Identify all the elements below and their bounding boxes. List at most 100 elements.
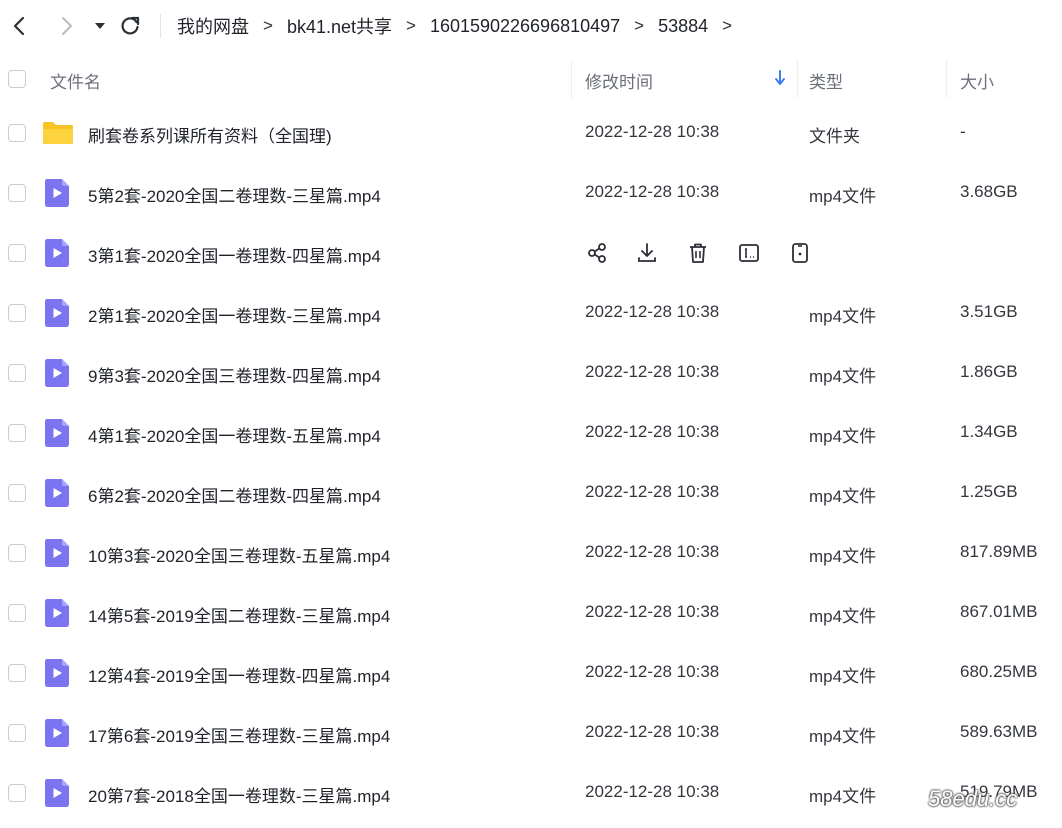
breadcrumb-item[interactable]: bk41.net共享 (287, 13, 392, 39)
modified-time: 2022-12-28 10:38 (585, 662, 720, 681)
file-row[interactable]: 4第1套-2020全国一卷理数-五星篇.mp4 2022-12-28 10:38 m… (0, 403, 1062, 463)
file-name[interactable]: 2第1套-2020全国一卷理数-三星篇.mp4 (88, 302, 381, 327)
refresh-icon[interactable] (116, 12, 144, 40)
file-size: 1.86GB (960, 362, 1018, 381)
column-divider[interactable] (571, 60, 572, 98)
more-icon[interactable] (787, 240, 813, 266)
column-header-name[interactable]: 文件名 (50, 68, 101, 93)
breadcrumb-item[interactable]: 53884 (658, 16, 708, 37)
file-name[interactable]: 5第2套-2020全国二卷理数-三星篇.mp4 (88, 182, 381, 207)
modified-time: 2022-12-28 10:38 (585, 362, 720, 381)
modified-time: 2022-12-28 10:38 (585, 602, 720, 621)
file-size: 589.63MB (960, 722, 1038, 741)
row-checkbox[interactable] (8, 124, 26, 142)
row-checkbox[interactable] (8, 544, 26, 562)
file-type: 文件夹 (809, 127, 860, 146)
file-row[interactable]: 9第3套-2020全国三卷理数-四星篇.mp4 2022-12-28 10:38 m… (0, 343, 1062, 403)
row-checkbox[interactable] (8, 604, 26, 622)
file-name[interactable]: 17第6套-2019全国三卷理数-三星篇.mp4 (88, 722, 390, 747)
file-name[interactable]: 刷套卷系列课所有资料（全国理) (88, 122, 332, 147)
file-row[interactable]: 3第1套-2020全国一卷理数-四星篇.mp4 (0, 223, 1062, 283)
file-row[interactable]: 2第1套-2020全国一卷理数-三星篇.mp4 2022-12-28 10:38 m… (0, 283, 1062, 343)
file-size: 3.51GB (960, 302, 1018, 321)
file-name[interactable]: 9第3套-2020全国三卷理数-四星篇.mp4 (88, 362, 381, 387)
modified-time: 2022-12-28 10:38 (585, 422, 720, 441)
row-checkbox[interactable] (8, 364, 26, 382)
file-list-header: 文件名 修改时间 类型 大小 (0, 52, 1062, 106)
share-icon[interactable] (584, 240, 610, 266)
file-size: 867.01MB (960, 602, 1038, 621)
download-icon[interactable] (634, 240, 660, 266)
modified-time: 2022-12-28 10:38 (585, 182, 720, 201)
file-row[interactable]: 10第3套-2020全国三卷理数-五星篇.mp4 2022-12-28 10:38… (0, 523, 1062, 583)
watermark: 58edu.cc (928, 786, 1018, 811)
history-dropdown-icon[interactable] (86, 12, 114, 40)
video-file-icon (44, 479, 70, 507)
breadcrumb-separator: > (722, 16, 733, 35)
folder-icon (42, 121, 74, 145)
modified-time: 2022-12-28 10:38 (585, 542, 720, 561)
row-checkbox[interactable] (8, 244, 26, 262)
column-divider[interactable] (946, 60, 947, 98)
modified-time: 2022-12-28 10:38 (585, 782, 720, 801)
file-type: mp4文件 (809, 427, 877, 446)
breadcrumb-separator: > (406, 16, 416, 35)
column-header-modified[interactable]: 修改时间 (585, 68, 653, 93)
top-navigation-bar: 我的网盘 > bk41.net共享 > 1601590226696810497 … (0, 0, 1062, 52)
file-name[interactable]: 14第5套-2019全国二卷理数-三星篇.mp4 (88, 602, 390, 627)
file-row[interactable]: 17第6套-2019全国三卷理数-三星篇.mp4 2022-12-28 10:38… (0, 703, 1062, 763)
file-row[interactable]: 14第5套-2019全国二卷理数-三星篇.mp4 2022-12-28 10:38… (0, 583, 1062, 643)
file-size: 1.25GB (960, 482, 1018, 501)
file-type: mp4文件 (809, 187, 877, 206)
file-row[interactable]: 12第4套-2019全国一卷理数-四星篇.mp4 2022-12-28 10:38… (0, 643, 1062, 703)
modified-time: 2022-12-28 10:38 (585, 722, 720, 741)
sort-descending-icon[interactable] (774, 70, 786, 91)
file-type: mp4文件 (809, 727, 877, 746)
file-type: mp4文件 (809, 367, 877, 386)
file-type: mp4文件 (809, 607, 877, 626)
file-row[interactable]: 刷套卷系列课所有资料（全国理) 2022-12-28 10:38 文件夹 - (0, 103, 1062, 163)
video-file-icon (44, 419, 70, 447)
breadcrumb-item[interactable]: 我的网盘 (177, 13, 249, 39)
row-checkbox[interactable] (8, 784, 26, 802)
select-all-checkbox[interactable] (8, 70, 26, 88)
row-checkbox[interactable] (8, 664, 26, 682)
video-file-icon (44, 719, 70, 747)
file-name[interactable]: 3第1套-2020全国一卷理数-四星篇.mp4 (88, 242, 381, 267)
file-row[interactable]: 20第7套-2018全国一卷理数-三星篇.mp4 2022-12-28 10:38… (0, 763, 1062, 823)
file-size: 817.89MB (960, 542, 1038, 561)
file-row[interactable]: 5第2套-2020全国二卷理数-三星篇.mp4 2022-12-28 10:38 m… (0, 163, 1062, 223)
file-name[interactable]: 6第2套-2020全国二卷理数-四星篇.mp4 (88, 482, 381, 507)
forward-icon[interactable] (52, 12, 80, 40)
row-checkbox[interactable] (8, 184, 26, 202)
file-type: mp4文件 (809, 787, 877, 806)
rename-icon[interactable] (736, 240, 762, 266)
modified-time: 2022-12-28 10:38 (585, 482, 720, 501)
column-header-type[interactable]: 类型 (809, 68, 843, 93)
modified-time: 2022-12-28 10:38 (585, 302, 720, 321)
file-name[interactable]: 12第4套-2019全国一卷理数-四星篇.mp4 (88, 662, 390, 687)
file-name[interactable]: 4第1套-2020全国一卷理数-五星篇.mp4 (88, 422, 381, 447)
breadcrumb-item[interactable]: 1601590226696810497 (430, 16, 620, 37)
file-row[interactable]: 6第2套-2020全国二卷理数-四星篇.mp4 2022-12-28 10:38 m… (0, 463, 1062, 523)
row-checkbox[interactable] (8, 304, 26, 322)
row-checkbox[interactable] (8, 484, 26, 502)
video-file-icon (44, 239, 70, 267)
file-size: - (960, 122, 966, 141)
video-file-icon (44, 299, 70, 327)
row-checkbox[interactable] (8, 724, 26, 742)
file-name[interactable]: 10第3套-2020全国三卷理数-五星篇.mp4 (88, 542, 390, 567)
row-checkbox[interactable] (8, 424, 26, 442)
column-divider[interactable] (797, 60, 798, 98)
video-file-icon (44, 179, 70, 207)
file-size: 680.25MB (960, 662, 1038, 681)
video-file-icon (44, 539, 70, 567)
delete-icon[interactable] (685, 240, 711, 266)
video-file-icon (44, 779, 70, 807)
modified-time: 2022-12-28 10:38 (585, 122, 720, 141)
file-type: mp4文件 (809, 307, 877, 326)
breadcrumb-separator: > (263, 16, 273, 35)
back-icon[interactable] (6, 12, 34, 40)
file-name[interactable]: 20第7套-2018全国一卷理数-三星篇.mp4 (88, 782, 390, 807)
column-header-size[interactable]: 大小 (960, 68, 994, 93)
